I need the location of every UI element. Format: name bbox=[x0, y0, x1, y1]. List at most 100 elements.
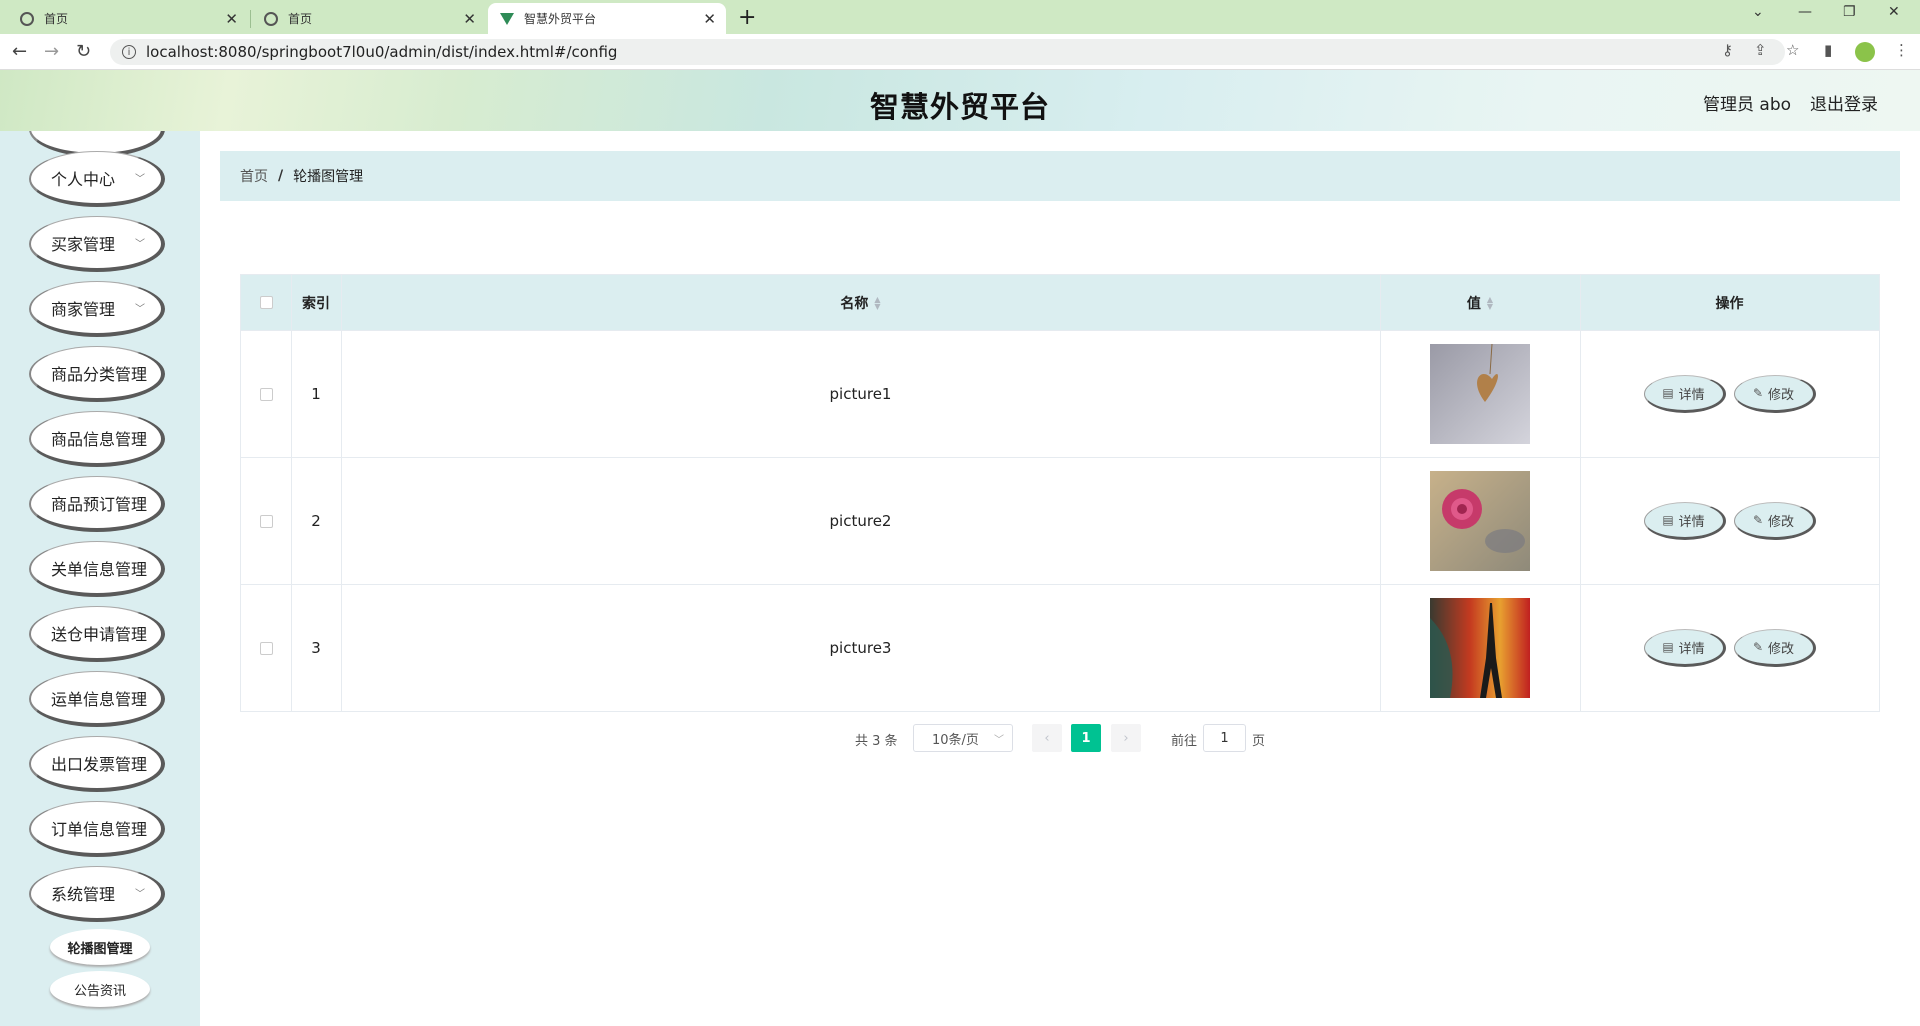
chevron-down-icon: ﹀ bbox=[135, 174, 145, 185]
data-table: 索引 名称 ▲ ▼ 值 ▲ ▼ 操作 1 picture1 ▤ 详情 ✎ 修改 … bbox=[240, 274, 1880, 712]
edit-button[interactable]: ✎ 修改 bbox=[1733, 629, 1816, 667]
edit-button[interactable]: ✎ 修改 bbox=[1733, 502, 1816, 540]
key-icon[interactable]: ⚷ bbox=[1722, 41, 1733, 59]
globe-icon bbox=[20, 11, 34, 26]
column-header-index: 索引 bbox=[302, 295, 330, 312]
address-bar[interactable]: i localhost:8080/springboot7l0u0/admin/d… bbox=[110, 39, 1785, 65]
reload-icon[interactable]: ↻ bbox=[76, 41, 91, 62]
detail-label: 详情 bbox=[1678, 641, 1705, 657]
sidebar-item-buyers[interactable]: 买家管理 ﹀ bbox=[29, 216, 165, 272]
document-icon: ▤ bbox=[1662, 513, 1674, 527]
bookmark-star-icon[interactable]: ☆ bbox=[1786, 41, 1799, 59]
eiffel-tower-photo bbox=[1430, 598, 1530, 698]
prev-page-button[interactable]: ‹ bbox=[1032, 724, 1062, 752]
page-size-select[interactable]: 10条/页 ﹀ bbox=[913, 724, 1013, 752]
sidebar-item-warehouse-request[interactable]: 送仓申请管理 bbox=[29, 606, 165, 662]
pink-rose-photo bbox=[1430, 471, 1530, 571]
goto-page-input[interactable] bbox=[1203, 724, 1246, 752]
row-name: picture2 bbox=[829, 512, 892, 530]
chevron-left-icon: ‹ bbox=[1044, 730, 1050, 746]
goto-label: 前往 bbox=[1171, 734, 1198, 749]
sidebar-item-label: 商品信息管理 bbox=[51, 429, 148, 449]
sidebar: 个人中心 ﹀ 买家管理 ﹀ 商家管理 ﹀ 商品分类管理 商品信息管理 商品预订管… bbox=[0, 131, 200, 1026]
chevron-down-icon: ﹀ bbox=[135, 304, 145, 315]
side-panel-icon[interactable]: ▮ bbox=[1824, 41, 1832, 59]
sidebar-item-customs[interactable]: 关单信息管理 bbox=[29, 541, 165, 597]
close-icon[interactable]: ✕ bbox=[703, 10, 716, 28]
sidebar-subitem-announcements[interactable]: 公告资讯 bbox=[50, 971, 150, 1007]
detail-label: 详情 bbox=[1678, 387, 1705, 403]
site-info-icon[interactable]: i bbox=[122, 45, 136, 59]
profile-avatar-icon[interactable] bbox=[1855, 42, 1875, 62]
edit-button[interactable]: ✎ 修改 bbox=[1733, 375, 1816, 413]
tab-search-icon[interactable]: ⌄ bbox=[1752, 4, 1764, 20]
row-name: picture1 bbox=[829, 385, 892, 403]
pagination-total: 共 3 条 bbox=[855, 734, 898, 749]
page-size-value: 10条/页 bbox=[932, 732, 979, 748]
heart-pendant-photo bbox=[1430, 344, 1530, 444]
app-title: 智慧外贸平台 bbox=[869, 90, 1050, 124]
browser-tab-2[interactable]: 首页 ✕ bbox=[252, 3, 486, 34]
row-checkbox[interactable] bbox=[259, 514, 273, 528]
logout-link[interactable]: 退出登录 bbox=[1810, 90, 1878, 115]
user-label: 管理员 abo bbox=[1703, 95, 1792, 115]
back-icon[interactable]: ← bbox=[12, 41, 27, 62]
window-close-icon[interactable]: ✕ bbox=[1888, 4, 1900, 20]
breadcrumb-separator: / bbox=[278, 168, 284, 184]
row-index: 2 bbox=[311, 512, 321, 530]
row-checkbox[interactable] bbox=[259, 387, 273, 401]
table-row: 2 picture2 ▤ 详情 ✎ 修改 bbox=[241, 457, 1879, 584]
sidebar-subitem-carousel[interactable]: 轮播图管理 bbox=[50, 929, 150, 965]
page-suffix-label: 页 bbox=[1252, 734, 1266, 749]
sidebar-item-label: 订单信息管理 bbox=[51, 819, 148, 839]
page-number-current[interactable]: 1 bbox=[1071, 724, 1101, 752]
browser-tab-bar: 首页 ✕ 首页 ✕ 智慧外贸平台 ✕ + ⌄ — ❐ ✕ bbox=[0, 0, 1920, 34]
sidebar-item-personal-center[interactable]: 个人中心 ﹀ bbox=[29, 151, 165, 207]
new-tab-icon[interactable]: + bbox=[738, 5, 756, 30]
sidebar-item-system[interactable]: 系统管理 ﹀ bbox=[29, 866, 165, 922]
chevron-down-icon: ﹀ bbox=[135, 889, 145, 900]
table-row: 3 picture3 ▤ 详情 ✎ 修改 bbox=[241, 584, 1879, 711]
minimize-icon[interactable]: — bbox=[1798, 4, 1812, 20]
sidebar-item-waybill[interactable]: 运单信息管理 bbox=[29, 671, 165, 727]
sidebar-item-product-info[interactable]: 商品信息管理 bbox=[29, 411, 165, 467]
pencil-icon: ✎ bbox=[1752, 513, 1764, 527]
sort-caret-icon[interactable]: ▲ ▼ bbox=[874, 295, 880, 310]
sidebar-item-product-booking[interactable]: 商品预订管理 bbox=[29, 476, 165, 532]
browser-tab-3[interactable]: 智慧外贸平台 ✕ bbox=[488, 3, 726, 34]
tab-title: 首页 bbox=[288, 12, 313, 26]
sidebar-item-label: 系统管理 bbox=[51, 884, 116, 904]
select-all-checkbox[interactable] bbox=[259, 296, 273, 309]
restore-icon[interactable]: ❐ bbox=[1843, 4, 1856, 20]
close-icon[interactable]: ✕ bbox=[463, 10, 476, 28]
column-header-name[interactable]: 名称 bbox=[840, 293, 868, 313]
detail-button[interactable]: ▤ 详情 bbox=[1643, 502, 1726, 540]
sidebar-item-orders[interactable]: 订单信息管理 bbox=[29, 801, 165, 857]
browser-tab-1[interactable]: 首页 ✕ bbox=[8, 3, 248, 34]
column-header-value[interactable]: 值 bbox=[1467, 293, 1481, 313]
breadcrumb-home[interactable]: 首页 bbox=[240, 166, 268, 186]
sort-caret-icon[interactable]: ▲ ▼ bbox=[1487, 295, 1493, 310]
chevron-right-icon: › bbox=[1123, 730, 1129, 746]
document-icon: ▤ bbox=[1662, 386, 1674, 400]
row-checkbox[interactable] bbox=[259, 641, 273, 655]
detail-button[interactable]: ▤ 详情 bbox=[1643, 375, 1726, 413]
chevron-down-icon: ﹀ bbox=[994, 735, 1004, 746]
tab-divider bbox=[250, 10, 251, 28]
detail-button[interactable]: ▤ 详情 bbox=[1643, 629, 1726, 667]
app-header: 智慧外贸平台 管理员 abo 退出登录 bbox=[0, 70, 1920, 131]
sidebar-item-merchants[interactable]: 商家管理 ﹀ bbox=[29, 281, 165, 337]
document-icon: ▤ bbox=[1662, 640, 1674, 654]
sidebar-item-label: 运单信息管理 bbox=[51, 689, 148, 709]
next-page-button[interactable]: › bbox=[1111, 724, 1141, 752]
table-row: 1 picture1 ▤ 详情 ✎ 修改 bbox=[241, 330, 1879, 457]
share-icon[interactable]: ⇪ bbox=[1754, 41, 1767, 59]
sidebar-item-label: 商家管理 bbox=[51, 299, 116, 319]
column-header-actions: 操作 bbox=[1715, 295, 1744, 312]
forward-icon[interactable]: → bbox=[44, 41, 59, 62]
edit-label: 修改 bbox=[1768, 641, 1795, 657]
tab-title: 首页 bbox=[44, 12, 69, 26]
more-menu-icon[interactable]: ⋮ bbox=[1894, 41, 1909, 59]
close-icon[interactable]: ✕ bbox=[225, 10, 238, 28]
sidebar-item-product-category[interactable]: 商品分类管理 bbox=[29, 346, 165, 402]
